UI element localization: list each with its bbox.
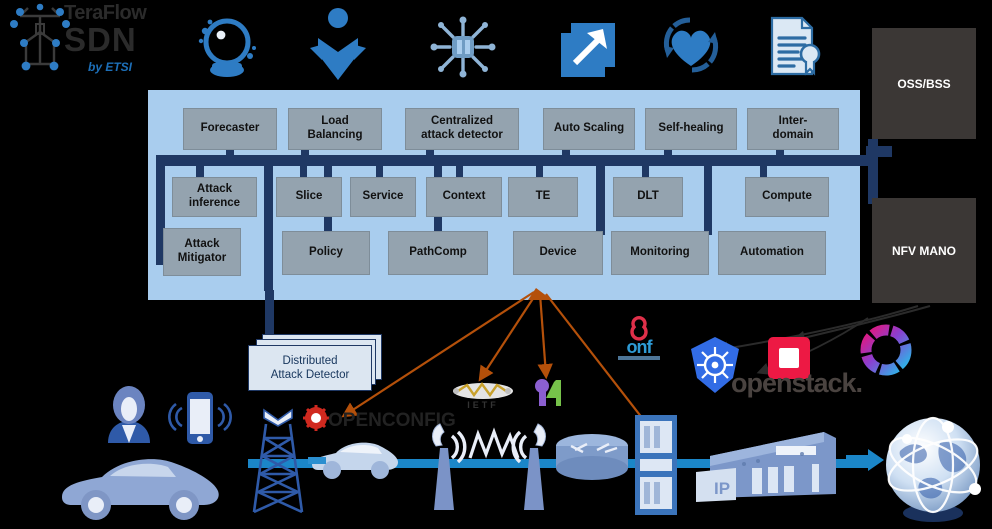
ietf-logo: IETF	[448, 380, 518, 410]
cell-tower-icon	[248, 402, 308, 514]
onf-logo-text: onf	[627, 337, 654, 357]
user-avatar-icon	[100, 385, 158, 445]
microwave-antenna-icon	[420, 418, 468, 510]
onf-logo: onf	[610, 316, 668, 365]
osm-logo	[860, 324, 912, 376]
globe-internet-icon	[878, 413, 988, 525]
data-center-icon: IP	[696, 416, 842, 506]
openstack-logo-text: openstack.	[731, 368, 863, 398]
connected-car-icon	[308, 430, 400, 482]
equipment-rack-icon	[635, 415, 677, 515]
router-icon	[553, 432, 631, 488]
car-icon	[58, 443, 223, 523]
openconfig-logo: OPENCONFIG	[303, 405, 456, 431]
ietf-logo-text: IETF	[467, 400, 499, 410]
svg-text:IP: IP	[714, 479, 730, 498]
microwave-antenna-2-icon	[510, 418, 558, 510]
smartphone-icon	[168, 390, 232, 446]
teraflow-architecture-diagram: TeraFlow SDN by ETSI Forecaster Load Bal…	[0, 0, 992, 529]
p4-logo	[530, 376, 564, 410]
